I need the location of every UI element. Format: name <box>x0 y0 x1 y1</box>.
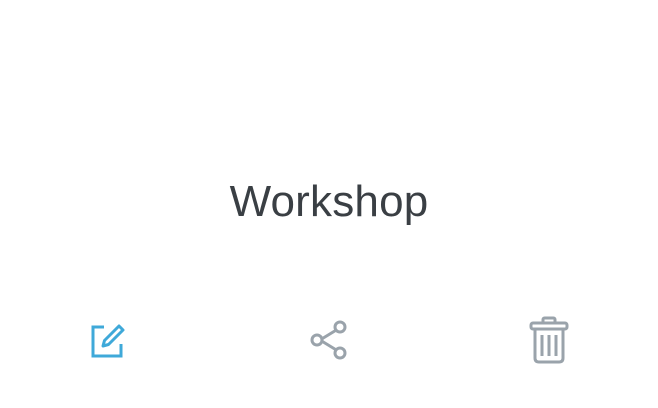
edit-icon <box>86 320 126 360</box>
card-title: Workshop <box>229 177 429 226</box>
delete-button[interactable] <box>524 315 574 365</box>
share-button[interactable] <box>304 315 354 365</box>
edit-button[interactable] <box>81 315 131 365</box>
workshop-card[interactable]: Workshop <box>0 0 658 408</box>
trash-icon <box>527 315 571 365</box>
share-icon <box>307 318 351 362</box>
